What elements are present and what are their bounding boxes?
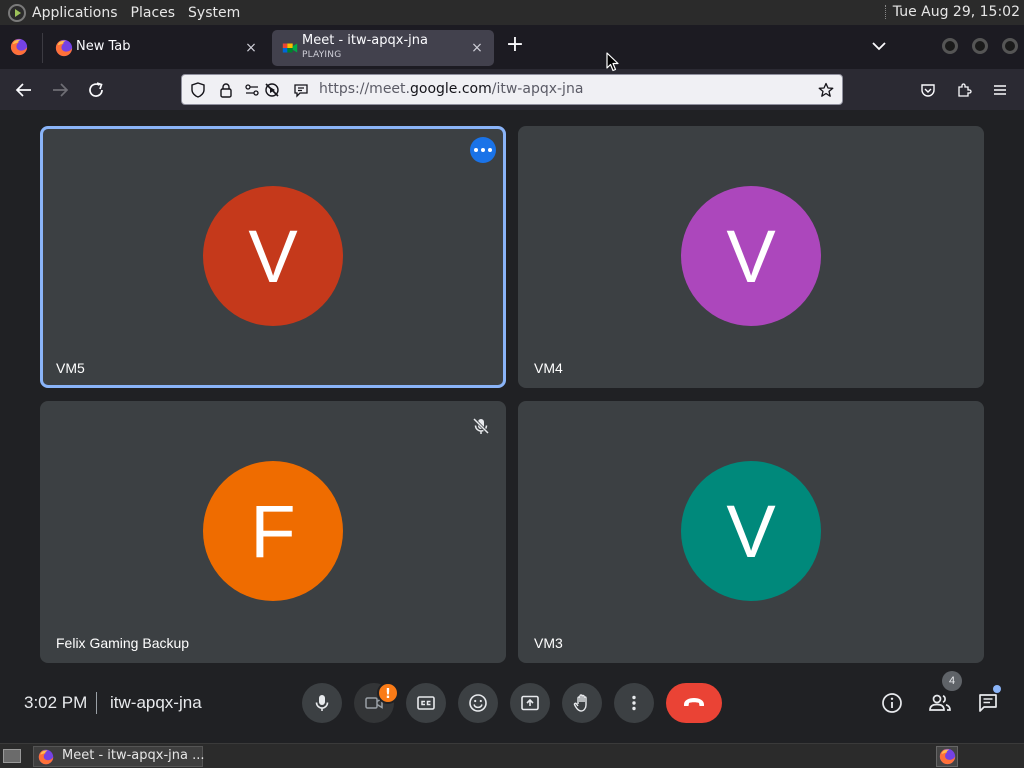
hang-up-icon bbox=[684, 698, 704, 706]
extensions-icon bbox=[958, 83, 972, 97]
firefox-icon[interactable] bbox=[10, 38, 28, 56]
tab-title: New Tab bbox=[76, 39, 131, 54]
show-desktop-icon[interactable] bbox=[3, 749, 21, 763]
participant-name: VM5 bbox=[56, 360, 85, 376]
url-path: /itw-apqx-jna bbox=[491, 81, 584, 97]
menu-places[interactable]: Places bbox=[131, 5, 176, 21]
reactions-button[interactable] bbox=[458, 683, 498, 723]
mouse-cursor-icon bbox=[606, 52, 619, 72]
extensions-button[interactable] bbox=[951, 77, 977, 103]
meeting-details-button[interactable] bbox=[875, 686, 909, 720]
app-menu-button[interactable] bbox=[987, 77, 1013, 103]
browser-nav-bar: https://meet.google.com/itw-apqx-jna bbox=[0, 69, 1024, 110]
tab-playing-label: PLAYING bbox=[302, 50, 342, 60]
camera-alert-badge[interactable]: ! bbox=[377, 682, 399, 704]
tab-meet[interactable]: Meet - itw-apqx-jna PLAYING × bbox=[272, 30, 494, 66]
menu-applications[interactable]: Applications bbox=[32, 5, 118, 21]
firefox-icon bbox=[38, 749, 54, 765]
back-arrow-icon bbox=[15, 83, 31, 97]
mic-icon bbox=[315, 695, 329, 711]
participant-tile-vm4[interactable]: V VM4 bbox=[518, 126, 984, 388]
url-bar[interactable]: https://meet.google.com/itw-apqx-jna bbox=[181, 74, 843, 105]
people-icon bbox=[929, 694, 951, 711]
avatar: V bbox=[203, 186, 343, 326]
os-clock[interactable]: Tue Aug 29, 15:02 bbox=[884, 4, 1020, 20]
bookmark-star-icon[interactable] bbox=[818, 82, 834, 98]
taskbar-window-button[interactable]: Meet - itw-apqx-jna ... bbox=[33, 746, 205, 767]
captions-button[interactable] bbox=[406, 683, 446, 723]
pocket-button[interactable] bbox=[915, 77, 941, 103]
meeting-info-divider bbox=[96, 692, 97, 714]
tab-new-tab[interactable]: New Tab × bbox=[46, 30, 268, 66]
os-logo-icon[interactable] bbox=[8, 3, 26, 22]
os-top-panel: Applications Places System Tue Aug 29, 1… bbox=[0, 0, 1024, 25]
url-text[interactable]: https://meet.google.com/itw-apqx-jna bbox=[319, 81, 583, 97]
raise-hand-icon bbox=[573, 694, 587, 712]
tab-close-button[interactable]: × bbox=[468, 39, 486, 57]
more-options-button[interactable] bbox=[614, 683, 654, 723]
forward-arrow-icon bbox=[53, 83, 69, 97]
mic-off-icon bbox=[472, 417, 490, 435]
meeting-time: 3:02 PM bbox=[24, 693, 88, 712]
tab-close-button[interactable]: × bbox=[242, 39, 260, 57]
participant-tile-felix[interactable]: F Felix Gaming Backup bbox=[40, 401, 506, 663]
raise-hand-button[interactable] bbox=[562, 683, 602, 723]
firefox-icon bbox=[55, 39, 73, 57]
tab-strip-divider bbox=[42, 33, 43, 63]
url-prefix: https://meet. bbox=[319, 81, 410, 97]
google-meet-icon bbox=[282, 43, 298, 53]
info-icon bbox=[882, 693, 902, 713]
avatar: V bbox=[681, 186, 821, 326]
chat-icon bbox=[979, 694, 997, 712]
captions-icon bbox=[417, 696, 435, 710]
people-button[interactable] bbox=[923, 686, 957, 720]
new-tab-button[interactable]: + bbox=[502, 33, 528, 59]
maximize-window-button[interactable] bbox=[972, 38, 988, 54]
reload-icon bbox=[89, 82, 103, 97]
reader-icon[interactable] bbox=[293, 82, 309, 98]
meet-page: V VM5 V VM4 F Felix Gaming Backup V VM3 … bbox=[0, 110, 1024, 743]
chevron-down-icon[interactable] bbox=[868, 35, 890, 57]
chat-notification-dot bbox=[993, 685, 1001, 693]
leave-call-button[interactable] bbox=[666, 683, 722, 723]
participant-tile-vm5[interactable]: V VM5 bbox=[40, 126, 506, 388]
present-icon bbox=[521, 695, 539, 711]
browser-tab-strip: New Tab × Meet - itw-apqx-jna PLAYING × … bbox=[0, 25, 1024, 69]
present-button[interactable] bbox=[510, 683, 550, 723]
people-count-badge: 4 bbox=[942, 671, 962, 691]
taskbar-window-label: Meet - itw-apqx-jna ... bbox=[62, 748, 205, 763]
minimize-window-button[interactable] bbox=[942, 38, 958, 54]
avatar: F bbox=[203, 461, 343, 601]
participant-name: Felix Gaming Backup bbox=[56, 635, 190, 651]
permissions-icon[interactable] bbox=[244, 82, 260, 98]
url-domain: google.com bbox=[410, 81, 492, 97]
participant-tile-vm3[interactable]: V VM3 bbox=[518, 401, 984, 663]
workspace-switcher[interactable] bbox=[936, 746, 958, 767]
lock-icon[interactable] bbox=[218, 82, 234, 98]
forward-button[interactable] bbox=[47, 77, 73, 103]
shield-icon[interactable] bbox=[190, 82, 206, 98]
tab-title: Meet - itw-apqx-jna bbox=[302, 33, 428, 48]
os-taskbar: Meet - itw-apqx-jna ... bbox=[0, 743, 1024, 768]
firefox-icon bbox=[939, 748, 956, 765]
mic-button[interactable] bbox=[302, 683, 342, 723]
autoplay-blocked-icon[interactable] bbox=[264, 82, 280, 98]
reload-button[interactable] bbox=[83, 77, 109, 103]
menu-system[interactable]: System bbox=[188, 5, 240, 21]
close-window-button[interactable] bbox=[1002, 38, 1018, 54]
pocket-icon bbox=[921, 84, 935, 97]
participant-name: VM4 bbox=[534, 360, 563, 376]
more-options-icon[interactable] bbox=[470, 137, 496, 163]
more-vert-icon bbox=[632, 695, 636, 711]
back-button[interactable] bbox=[11, 77, 37, 103]
emoji-icon bbox=[469, 694, 487, 712]
avatar: V bbox=[681, 461, 821, 601]
participant-name: VM3 bbox=[534, 635, 563, 651]
hamburger-menu-icon bbox=[994, 85, 1006, 95]
meeting-code: itw-apqx-jna bbox=[110, 693, 202, 712]
